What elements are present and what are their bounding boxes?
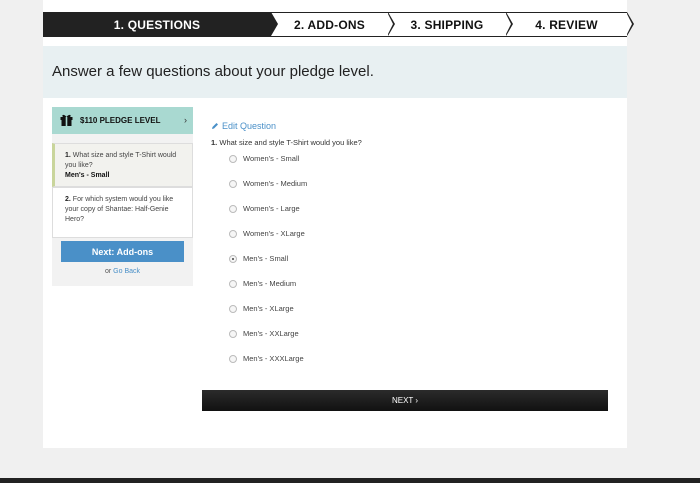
option-mens-medium[interactable]: Men's - Medium: [229, 279, 429, 304]
pledge-sidebar: $110 PLEDGE LEVEL › 1. What size and sty…: [52, 107, 193, 286]
page-title: Answer a few questions about your pledge…: [52, 63, 374, 80]
or-text: or: [104, 268, 112, 275]
radio-button[interactable]: [229, 280, 237, 288]
radio-button[interactable]: [229, 355, 237, 363]
option-label: Women's - XLarge: [243, 229, 305, 238]
checkout-panel: 1. QUESTIONS 2. ADD-ONS 3. SHIPPING 4. R…: [43, 0, 634, 448]
radio-button-selected[interactable]: [229, 255, 237, 263]
sidebar-question-2[interactable]: 2. For which system would you like your …: [52, 187, 193, 238]
option-label: Men's - XLarge: [243, 304, 294, 313]
step-label: 2. ADD-ONS: [294, 17, 365, 32]
option-womens-medium[interactable]: Women's - Medium: [229, 179, 429, 204]
option-label: Men's - XXLarge: [243, 329, 299, 338]
option-label: Men's - Medium: [243, 279, 297, 288]
step-arrow-inner: [506, 14, 511, 34]
pencil-icon: [212, 123, 218, 129]
step-label: 1. QUESTIONS: [113, 17, 201, 32]
step-add-ons[interactable]: 2. ADD-ONS: [271, 12, 395, 36]
option-label: Men's - XXXLarge: [243, 354, 304, 363]
go-back-link[interactable]: Go Back: [113, 268, 140, 275]
option-mens-xlarge[interactable]: Men's - XLarge: [229, 304, 429, 329]
edit-question-link[interactable]: Edit Question: [211, 121, 276, 131]
sidebar-question-1[interactable]: 1. What size and style T-Shirt would you…: [52, 143, 193, 187]
question-text: For which system would you like your cop…: [65, 196, 174, 223]
step-label: 4. REVIEW: [535, 17, 598, 32]
step-arrow-inner: [388, 14, 393, 34]
step-arrow: [271, 12, 278, 36]
pledge-level-header[interactable]: $110 PLEDGE LEVEL ›: [52, 107, 193, 134]
step-review[interactable]: 4. REVIEW: [506, 12, 634, 36]
option-label: Men's - Small: [243, 254, 289, 263]
option-womens-small[interactable]: Women's - Small: [229, 154, 429, 179]
bottom-bar: [0, 478, 700, 483]
question-text: What size and style T-Shirt would you li…: [65, 152, 177, 169]
progress-steps: 1. QUESTIONS 2. ADD-ONS 3. SHIPPING 4. R…: [43, 12, 634, 37]
option-mens-xxxlarge[interactable]: Men's - XXXLarge: [229, 354, 429, 379]
radio-button[interactable]: [229, 305, 237, 313]
chevron-right-icon: ›: [184, 115, 187, 125]
question-text: What size and style T-Shirt would you li…: [219, 138, 362, 147]
radio-button[interactable]: [229, 180, 237, 188]
radio-button[interactable]: [229, 230, 237, 238]
next-add-ons-button[interactable]: Next: Add-ons: [61, 241, 184, 262]
option-label: Women's - Medium: [243, 179, 308, 188]
edit-question-label: Edit Question: [222, 121, 277, 131]
step-shipping[interactable]: 3. SHIPPING: [388, 12, 513, 36]
question-prompt: 1. What size and style T-Shirt would you…: [211, 138, 362, 147]
step-arrow-inner: [627, 14, 632, 34]
pledge-level-label: $110 PLEDGE LEVEL: [80, 116, 161, 125]
go-back-row: or Go Back: [52, 268, 193, 275]
option-womens-large[interactable]: Women's - Large: [229, 204, 429, 229]
next-button[interactable]: NEXT ›: [202, 390, 608, 411]
tshirt-options: Women's - Small Women's - Medium Women's…: [229, 154, 429, 379]
page-header: Answer a few questions about your pledge…: [43, 46, 627, 98]
radio-button[interactable]: [229, 330, 237, 338]
question-number: 2.: [65, 196, 71, 203]
question-number: 1.: [65, 152, 71, 159]
question-number: 1.: [211, 138, 218, 147]
step-questions[interactable]: 1. QUESTIONS: [43, 12, 278, 36]
option-label: Women's - Small: [243, 154, 300, 163]
option-mens-xxlarge[interactable]: Men's - XXLarge: [229, 329, 429, 354]
step-label: 3. SHIPPING: [410, 17, 484, 32]
radio-button[interactable]: [229, 205, 237, 213]
radio-button[interactable]: [229, 155, 237, 163]
gift-icon: [60, 114, 73, 126]
option-mens-small[interactable]: Men's - Small: [229, 254, 429, 279]
option-label: Women's - Large: [243, 204, 300, 213]
question-answer: Men's - Small: [65, 172, 110, 179]
option-womens-xlarge[interactable]: Women's - XLarge: [229, 229, 429, 254]
